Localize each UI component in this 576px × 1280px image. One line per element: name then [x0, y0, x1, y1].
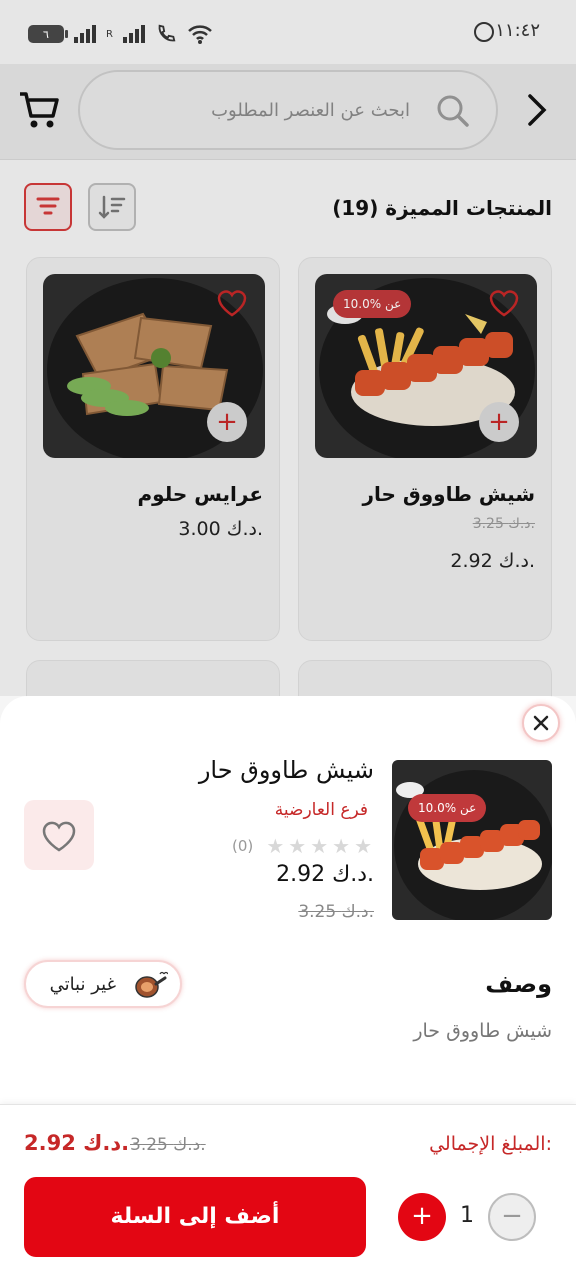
rating-stars: ★ ★ ★ ★ ★: [266, 834, 372, 858]
quantity-decrease-button[interactable]: −: [488, 1193, 536, 1241]
quantity-increase-button[interactable]: +: [398, 1193, 446, 1241]
product-title: شيش طاووق حار: [198, 756, 374, 784]
favorite-button[interactable]: [24, 800, 94, 870]
add-to-cart-button[interactable]: أضف إلى السلة: [24, 1177, 366, 1257]
star-icon: ★: [310, 834, 329, 858]
battery-icon: ٦: [28, 25, 68, 43]
dietary-label: غير نباتي: [49, 974, 116, 995]
close-button[interactable]: [522, 704, 560, 742]
total-label: المبلغ الإجمالي:: [429, 1133, 552, 1155]
description-heading: وصف: [485, 970, 552, 998]
review-count: (0): [232, 837, 254, 855]
status-bar: ٦ R ١١:٤٢: [0, 0, 576, 64]
star-icon: ★: [266, 834, 285, 858]
whatsapp-icon: [474, 22, 494, 42]
cart-footer: المبلغ الإجمالي: 3.25 د.ك. 2.92 د.ك. أضف…: [0, 1104, 576, 1280]
wifi-icon: [188, 25, 212, 44]
product-image: 10.0% عن: [392, 760, 552, 920]
clock: ١١:٤٢: [495, 20, 540, 41]
heart-icon: [42, 821, 76, 852]
status-icons: ٦ R: [28, 22, 213, 46]
signal-icon-2: [122, 25, 145, 43]
star-icon: ★: [354, 834, 372, 858]
star-icon: ★: [332, 834, 351, 858]
discount-badge: 10.0% عن: [408, 794, 487, 822]
total-price: 2.92 د.ك.: [24, 1131, 130, 1155]
quantity-value: 1: [460, 1203, 474, 1228]
product-price: 2.92 د.ك.: [276, 862, 374, 887]
star-icon: ★: [288, 834, 307, 858]
modal-backdrop[interactable]: [0, 64, 576, 696]
plus-icon: +: [411, 1201, 433, 1231]
total-old-price: 3.25 د.ك.: [130, 1135, 206, 1155]
network-label: R: [106, 28, 113, 40]
minus-icon: −: [501, 1201, 523, 1231]
description-text: شيش طاووق حار: [413, 1020, 552, 1042]
dietary-tag: غير نباتي: [24, 960, 182, 1008]
product-old-price: 3.25 د.ك.: [298, 902, 374, 922]
meat-icon: [135, 971, 168, 998]
food-illustration: [394, 770, 552, 920]
call-icon: [158, 24, 176, 42]
close-icon: [533, 715, 549, 731]
branch-name: فرع العارضية: [274, 800, 368, 820]
signal-icon: [74, 25, 96, 43]
